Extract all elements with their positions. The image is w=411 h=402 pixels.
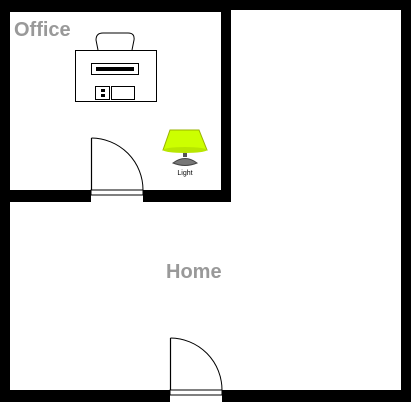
office-wall-top (0, 0, 231, 12)
drawer-left (95, 86, 110, 100)
desk-knob-2 (101, 94, 105, 97)
outer-wall-top (231, 0, 411, 10)
office-wall-bottom-left (0, 190, 91, 202)
light-label: Light (177, 170, 192, 177)
home-door-threshold (169, 389, 223, 396)
light-fixture[interactable]: Light (162, 129, 208, 177)
keyboard-icon (96, 67, 134, 71)
desk (75, 32, 157, 102)
outer-wall-bottom-right (222, 390, 411, 402)
lamp-base-icon (171, 158, 199, 166)
office-wall-right (221, 0, 231, 202)
office-door-swing (91, 137, 144, 191)
home-door-swing (170, 337, 223, 391)
office-wall-bottom-right (143, 190, 231, 202)
outer-wall-right (401, 0, 411, 402)
floor-plan: Light Office Home (0, 0, 411, 402)
outer-wall-bottom-left (0, 390, 170, 402)
office-door[interactable] (90, 137, 144, 196)
home-door[interactable] (169, 337, 223, 396)
lamp-shade-base (163, 147, 207, 153)
room-label-home: Home (166, 261, 222, 283)
room-label-office: Office (14, 19, 71, 41)
desk-knob-1 (101, 89, 105, 92)
drawer-right (111, 86, 135, 100)
lamp-stem (183, 153, 187, 157)
chair-icon (95, 32, 135, 51)
office-door-threshold (90, 189, 144, 196)
